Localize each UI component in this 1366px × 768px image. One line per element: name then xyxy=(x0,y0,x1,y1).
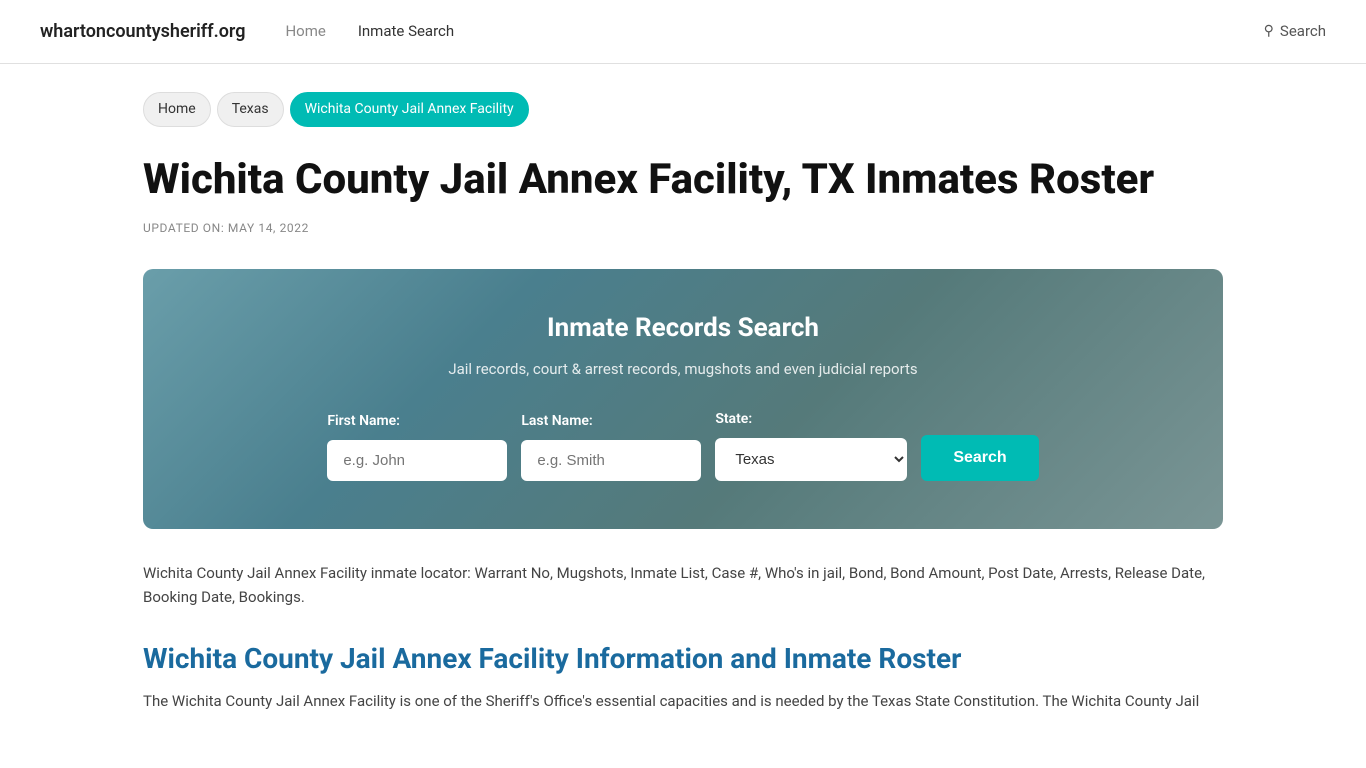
site-logo[interactable]: whartoncountysheriff.org xyxy=(40,18,245,45)
section2-heading: Wichita County Jail Annex Facility Infor… xyxy=(143,641,1223,677)
main-content: Home Texas Wichita County Jail Annex Fac… xyxy=(103,64,1263,753)
navbar: whartoncountysheriff.org Home Inmate Sea… xyxy=(0,0,1366,64)
inmate-search-widget: Inmate Records Search Jail records, cour… xyxy=(143,269,1223,529)
search-widget-title: Inmate Records Search xyxy=(183,309,1183,348)
first-name-label: First Name: xyxy=(327,411,400,432)
breadcrumb-home[interactable]: Home xyxy=(143,92,211,127)
updated-prefix: UPDATED ON: xyxy=(143,221,224,235)
breadcrumb: Home Texas Wichita County Jail Annex Fac… xyxy=(143,92,1223,127)
page-title: Wichita County Jail Annex Facility, TX I… xyxy=(143,155,1223,205)
updated-date: MAY 14, 2022 xyxy=(228,221,309,235)
search-button[interactable]: Search xyxy=(921,435,1038,481)
state-group: State: Texas Alabama Alaska Arizona Cali… xyxy=(715,409,907,481)
last-name-input[interactable] xyxy=(521,440,701,481)
search-icon: ⚲ xyxy=(1264,21,1274,42)
nav-inmate-search-link[interactable]: Inmate Search xyxy=(358,20,454,43)
first-name-input[interactable] xyxy=(327,440,507,481)
last-name-label: Last Name: xyxy=(521,411,592,432)
search-form: First Name: Last Name: State: Texas Alab… xyxy=(183,409,1183,481)
state-label: State: xyxy=(715,409,752,430)
last-name-group: Last Name: xyxy=(521,411,701,481)
nav-links: Home Inmate Search xyxy=(285,20,1223,43)
nav-home-link[interactable]: Home xyxy=(285,20,325,43)
nav-search-label: Search xyxy=(1280,20,1326,43)
breadcrumb-texas[interactable]: Texas xyxy=(217,92,284,127)
description-text: Wichita County Jail Annex Facility inmat… xyxy=(143,561,1223,609)
breadcrumb-facility[interactable]: Wichita County Jail Annex Facility xyxy=(290,92,529,127)
section2-body: The Wichita County Jail Annex Facility i… xyxy=(143,689,1223,713)
state-select[interactable]: Texas Alabama Alaska Arizona California … xyxy=(715,438,907,481)
nav-search-trigger[interactable]: ⚲ Search xyxy=(1264,20,1326,43)
updated-label: UPDATED ON: MAY 14, 2022 xyxy=(143,219,1223,237)
search-widget-subtitle: Jail records, court & arrest records, mu… xyxy=(183,358,1183,381)
first-name-group: First Name: xyxy=(327,411,507,481)
